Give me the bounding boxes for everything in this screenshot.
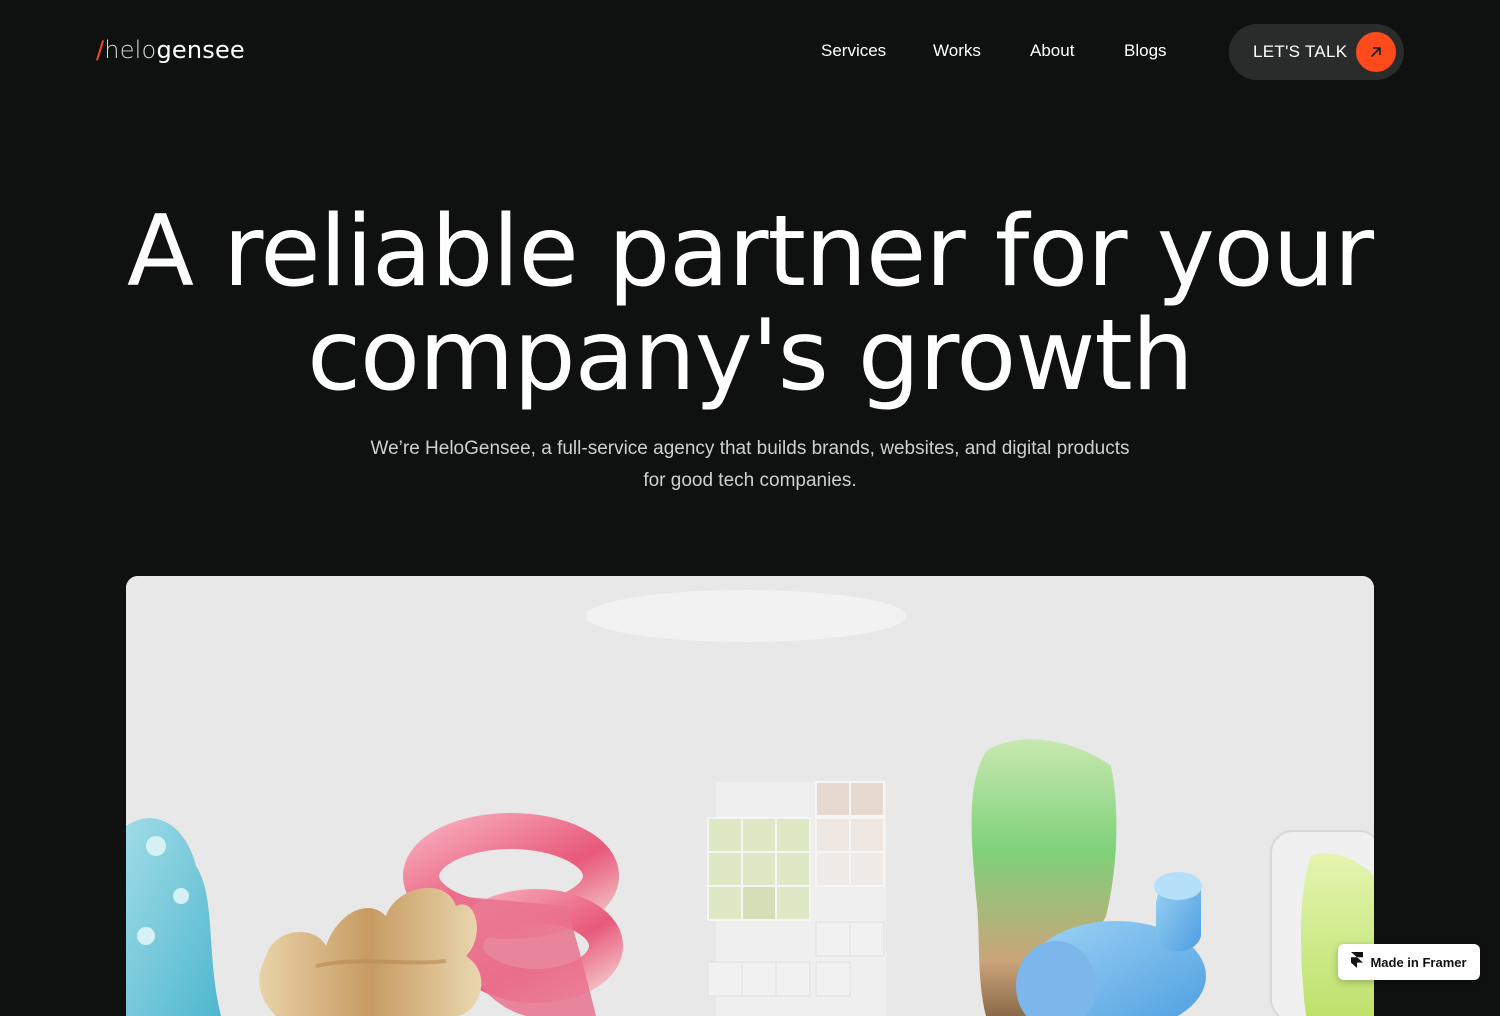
nav-item-blogs[interactable]: Blogs — [1124, 41, 1167, 61]
nav-item-works[interactable]: Works — [933, 41, 981, 61]
logo-part-gensee: gensee — [156, 36, 245, 64]
hero-subtitle-line-1: We’re HeloGensee, a full-service agency … — [370, 438, 1130, 459]
hero-title-line-1: A reliable partner for your — [126, 195, 1374, 309]
brand-logo[interactable]: /helogensee — [96, 36, 245, 64]
hero-title: A reliable partner for your company's gr… — [100, 200, 1400, 408]
abstract-3d-objects-illustration — [126, 576, 1374, 1016]
made-in-framer-label: Made in Framer — [1370, 954, 1467, 970]
lets-talk-button[interactable]: LET'S TALK — [1229, 24, 1404, 80]
hero-subtitle-line-2: for good tech companies. — [643, 470, 857, 491]
made-in-framer-badge[interactable]: Made in Framer — [1338, 944, 1480, 980]
hero-showcase-image — [126, 576, 1374, 1016]
nav-item-services[interactable]: Services — [821, 41, 886, 61]
framer-icon — [1351, 951, 1364, 973]
lets-talk-label: LET'S TALK — [1253, 42, 1348, 61]
hero-title-line-2: company's growth — [307, 299, 1194, 413]
top-navigation: /helogensee Services Works About Blogs L… — [0, 0, 1500, 104]
logo-part-helo: helo — [104, 36, 157, 64]
nav-item-about[interactable]: About — [1030, 41, 1074, 61]
hero-subtitle: We’re HeloGensee, a full-service agency … — [330, 433, 1170, 497]
arrow-up-right-icon — [1356, 32, 1396, 72]
